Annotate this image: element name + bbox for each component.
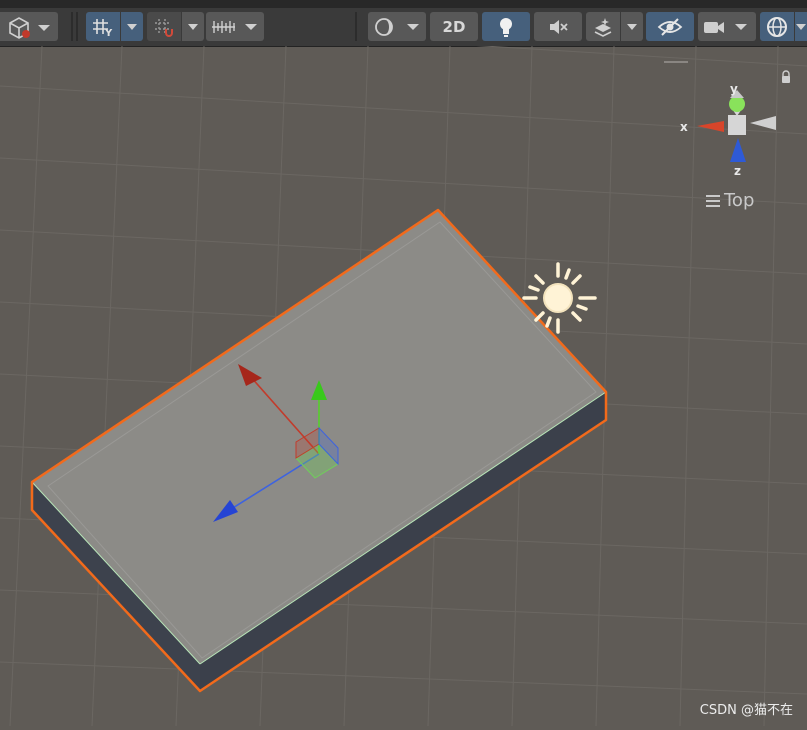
toolbar-separator — [355, 12, 357, 41]
ruler-icon — [212, 20, 257, 33]
sphere-icon — [375, 17, 419, 36]
gizmo-z-label: z — [734, 164, 741, 178]
2d-label: 2D — [442, 17, 466, 36]
scene-effects-dropdown[interactable] — [621, 12, 643, 41]
scene-audio-button[interactable] — [534, 12, 582, 41]
scene-effects-button[interactable] — [586, 12, 620, 41]
svg-text:Y: Y — [104, 28, 113, 38]
scene-lighting-button[interactable] — [482, 12, 530, 41]
gizmos-button[interactable] — [760, 12, 794, 41]
layers-effects-icon — [594, 17, 612, 37]
scene-toolbar: Y 2D — [0, 0, 807, 47]
watermark: CSDN @猫不在 — [699, 703, 793, 718]
toolbar-top-strip — [0, 0, 807, 8]
draw-mode-dropdown[interactable] — [0, 12, 58, 41]
eye-hidden-icon — [657, 17, 683, 36]
view-name: Top — [724, 190, 755, 211]
shading-mode-dropdown[interactable] — [368, 12, 426, 41]
gizmo-y-label: y — [730, 82, 738, 96]
increment-snap-dropdown[interactable] — [206, 12, 264, 41]
grid-icon: Y — [93, 18, 113, 38]
camera-icon — [704, 21, 747, 33]
gizmos-dropdown[interactable] — [795, 12, 807, 41]
lightbulb-icon — [500, 17, 512, 37]
gizmo-neg-x-cone[interactable] — [750, 116, 776, 130]
scene-camera-dropdown[interactable] — [698, 12, 756, 41]
gizmo-globe-icon — [767, 16, 787, 37]
speaker-muted-icon — [550, 19, 568, 34]
grid-snap-button[interactable] — [147, 12, 181, 41]
grid-snap-dropdown[interactable] — [182, 12, 204, 41]
gizmo-x-cone[interactable] — [697, 121, 724, 132]
grid-visibility-dropdown[interactable] — [121, 12, 143, 41]
snap-icon — [155, 18, 173, 37]
toolbar-separator — [76, 12, 78, 41]
gizmo-center-cube[interactable] — [728, 115, 746, 135]
gizmo-z-cone[interactable] — [730, 138, 746, 162]
gizmo-x-label: x — [680, 120, 688, 134]
lock-icon[interactable] — [782, 76, 790, 83]
cube-icon — [9, 16, 50, 39]
toolbar-separator — [71, 12, 73, 41]
2d-mode-button[interactable]: 2D — [430, 12, 478, 41]
view-mode-label[interactable]: Top — [706, 190, 754, 211]
gizmo-y-cone[interactable] — [729, 96, 745, 112]
hamburger-icon — [706, 192, 720, 210]
scene-viewport[interactable]: y x z — [0, 15, 807, 727]
orientation-gizmo[interactable] — [664, 61, 790, 162]
scene-visibility-button[interactable] — [646, 12, 694, 41]
scene-canvas — [0, 15, 807, 727]
grid-visibility-button[interactable]: Y — [86, 12, 120, 41]
